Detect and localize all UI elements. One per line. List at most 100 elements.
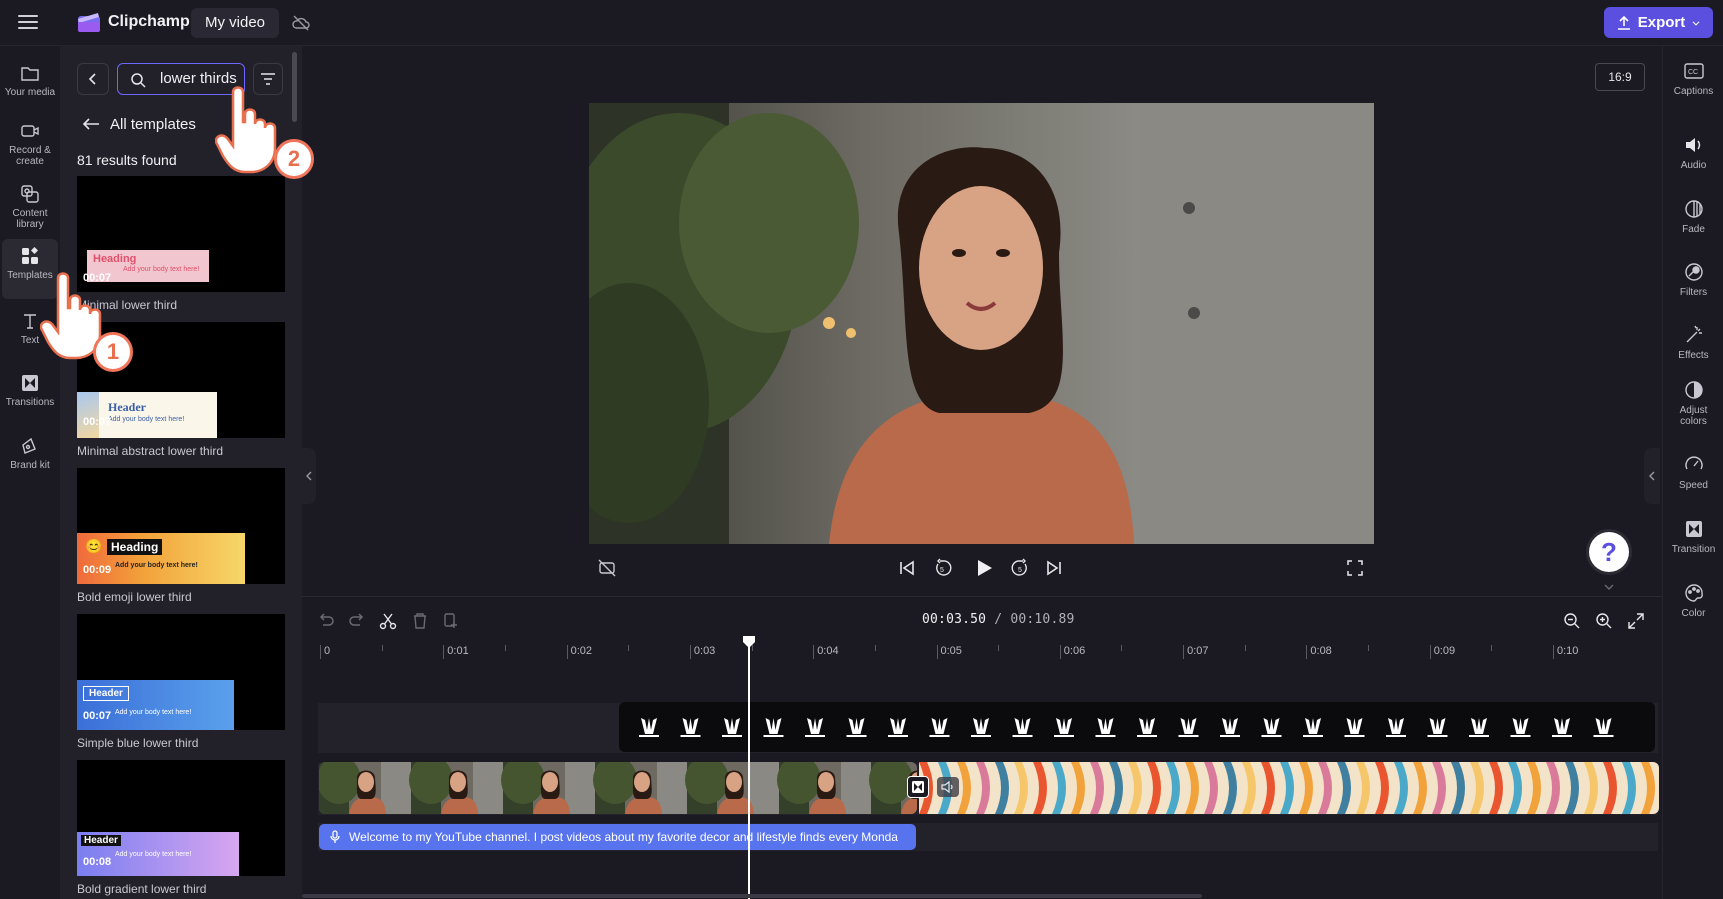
rail-label: Text <box>20 335 40 346</box>
library-icon <box>21 185 39 203</box>
timeline-scrollbar[interactable] <box>302 894 1202 898</box>
duplicate-icon[interactable] <box>439 609 463 633</box>
rail-item-audio[interactable]: Audio <box>1663 134 1723 192</box>
sticker-clip[interactable] <box>619 702 1655 752</box>
rail-item-fade[interactable]: Fade <box>1663 198 1723 256</box>
rail-label: Audio <box>1680 160 1707 171</box>
rail-item-transition[interactable]: Transition <box>1663 518 1723 576</box>
rail-item-speed[interactable]: Speed <box>1663 454 1723 512</box>
svg-text:5: 5 <box>1018 567 1022 574</box>
export-button[interactable]: Export <box>1604 7 1713 38</box>
rail-item-captions[interactable]: CC Captions <box>1663 60 1723 118</box>
export-label: Export <box>1637 14 1686 31</box>
banner-heading: Heading <box>93 253 137 265</box>
rail-label: Adjust colors <box>1679 405 1708 427</box>
template-duration: 00:08 <box>83 856 112 868</box>
rail-label: Transitions <box>5 397 55 408</box>
split-icon[interactable] <box>376 609 400 633</box>
timeline-ruler[interactable]: 0 0:01 0:02 0:03 0:04 0:05 0:06 0:07 0:08 0:09 0:1… <box>318 637 1658 663</box>
ruler-tick <box>1429 645 1431 659</box>
caption-clip[interactable]: Welcome to my YouTube channel. I post vi… <box>319 824 916 850</box>
rail-label: Fade <box>1682 224 1705 235</box>
rail-label: Content library <box>12 208 48 230</box>
fade-icon <box>1684 200 1703 218</box>
clip-audio-button[interactable] <box>937 777 959 797</box>
rail-item-effects[interactable]: Effects <box>1663 324 1723 382</box>
template-card[interactable]: Heading Add your body text here! 00:07 M… <box>77 176 285 312</box>
panel-scrollbar[interactable] <box>292 52 297 122</box>
rail-label: Captions <box>1673 86 1714 97</box>
template-duration: 00:07 <box>83 416 112 428</box>
right-rail: CC Captions Audio Fade Filters Effects A… <box>1662 46 1723 899</box>
smile-icon: 😊 <box>85 538 103 554</box>
cloud-off-icon[interactable] <box>291 13 311 33</box>
speed-icon <box>1684 456 1703 470</box>
help-button[interactable]: ? <box>1589 532 1629 572</box>
template-title: Bold emoji lower third <box>77 590 192 604</box>
aspect-ratio-button[interactable]: 16:9 <box>1595 63 1645 91</box>
lower-third-banner: 😊 Heading Add your body text here! <box>77 533 245 584</box>
skip-forward-icon[interactable] <box>1042 556 1066 580</box>
skip-back-icon[interactable] <box>895 556 919 580</box>
rail-label: Record & create <box>9 145 51 167</box>
video-name-field[interactable]: My video <box>191 8 280 38</box>
top-bar: Clipchamp My video Export <box>0 0 1723 46</box>
back-button[interactable] <box>77 63 109 95</box>
template-card[interactable]: Header Add your body text here! 00:08 Bo… <box>77 760 285 896</box>
results-count: 81 results found <box>77 152 177 168</box>
video-frame-thumbnail <box>319 762 411 814</box>
play-button[interactable] <box>970 554 998 582</box>
adjust-colors-icon <box>1684 381 1703 399</box>
sticker-frame <box>763 718 784 737</box>
all-templates-link[interactable]: All templates <box>82 112 196 136</box>
video-clip[interactable] <box>319 762 917 814</box>
rail-item-color[interactable]: Color <box>1663 582 1723 640</box>
template-card[interactable]: Header Add your body text here! 00:07 Si… <box>77 614 285 750</box>
clipchamp-editor: Clipchamp My video Export Your media Rec… <box>0 0 1723 899</box>
rail-item-your-media[interactable]: Your media <box>0 56 60 116</box>
sticker-frame <box>680 718 701 737</box>
playhead-handle[interactable] <box>742 635 756 649</box>
video-clip-frames <box>319 762 917 814</box>
forward-5-icon[interactable]: 5 <box>1008 556 1032 580</box>
video-frame-thumbnail <box>685 762 779 814</box>
ruler-tick <box>566 645 568 659</box>
ruler-tick-minor <box>1491 645 1493 651</box>
delete-icon[interactable] <box>408 609 432 633</box>
background-clip[interactable] <box>919 762 1659 814</box>
rail-item-record-create[interactable]: Record & create <box>0 114 60 174</box>
rewind-5-icon[interactable]: 5 <box>931 556 955 580</box>
ruler-tick <box>1183 645 1185 659</box>
caption-text: Welcome to my YouTube channel. I post vi… <box>349 830 898 844</box>
zoom-out-icon[interactable] <box>1560 609 1584 633</box>
sticker-frame <box>929 718 950 737</box>
chevron-down-icon[interactable] <box>1602 582 1616 592</box>
banner-body: Add your body text here! <box>115 851 192 858</box>
rail-label: Your media <box>4 87 56 98</box>
fullscreen-icon[interactable] <box>1343 556 1367 580</box>
menu-icon[interactable] <box>18 12 40 32</box>
ruler-tick-label: 0:01 <box>447 645 469 657</box>
rail-item-transitions[interactable]: Transitions <box>0 366 60 426</box>
video-frame-thumbnail <box>501 762 595 814</box>
rail-item-adjust-colors[interactable]: Adjust colors <box>1663 379 1723 437</box>
collapse-panel-button[interactable] <box>302 448 316 504</box>
playhead[interactable] <box>748 636 750 899</box>
rail-label: Speed <box>1679 480 1708 491</box>
arrow-left-icon <box>82 118 99 130</box>
banner-heading: Header <box>108 400 146 414</box>
video-preview[interactable] <box>589 103 1374 544</box>
undo-icon[interactable] <box>314 609 338 633</box>
transition-button[interactable] <box>907 776 929 798</box>
rail-item-content-library[interactable]: Content library <box>0 177 60 237</box>
hide-preview-icon[interactable] <box>595 556 619 580</box>
collapse-properties-button[interactable] <box>1644 448 1660 504</box>
redo-icon[interactable] <box>345 609 369 633</box>
zoom-in-icon[interactable] <box>1592 609 1616 633</box>
video-frame-thumbnail <box>593 762 687 814</box>
rail-item-brand-kit[interactable]: Brand kit <box>0 429 60 489</box>
fit-timeline-icon[interactable] <box>1624 609 1648 633</box>
template-card[interactable]: 😊 Heading Add your body text here! 00:09… <box>77 468 285 604</box>
rail-item-filters[interactable]: Filters <box>1663 261 1723 319</box>
upload-icon <box>1617 15 1630 30</box>
